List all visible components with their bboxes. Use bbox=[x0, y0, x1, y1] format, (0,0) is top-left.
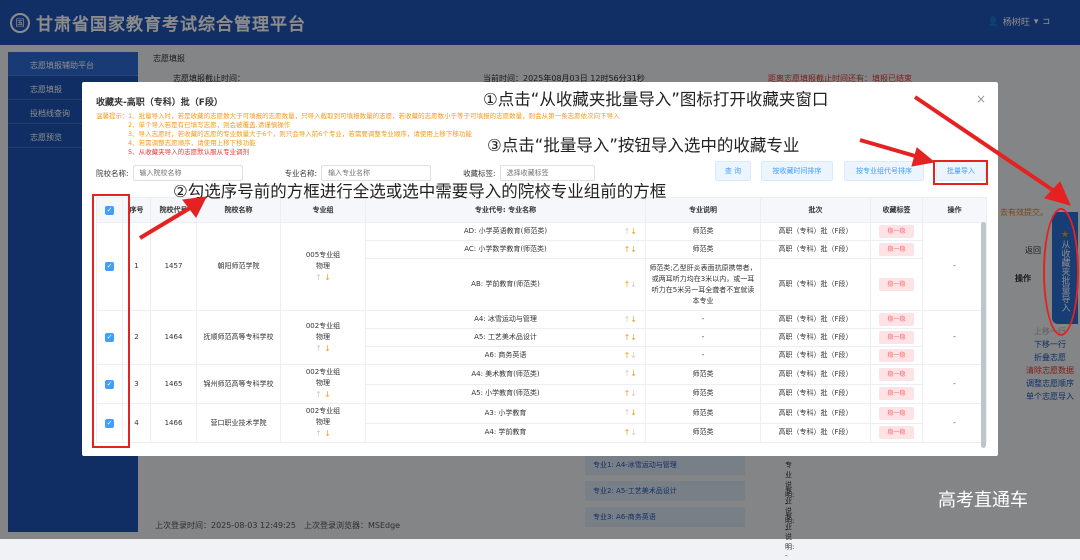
arrow-step1 bbox=[913, 95, 1062, 197]
arrow-step2 bbox=[138, 203, 197, 240]
arrow-step3 bbox=[859, 138, 923, 160]
annotation-arrows bbox=[138, 95, 1071, 240]
arrow-head bbox=[182, 196, 207, 218]
arrow-head bbox=[911, 147, 936, 167]
